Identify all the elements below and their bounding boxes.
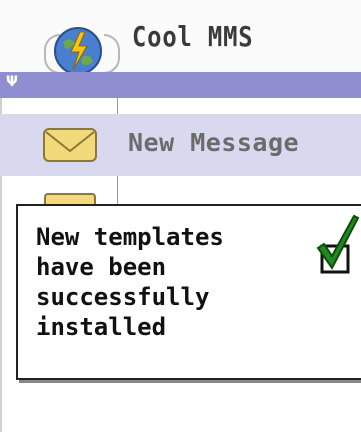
title-bar: Cool MMS bbox=[0, 0, 361, 75]
notification-line: successfully bbox=[36, 283, 210, 311]
globe-lightning-icon bbox=[54, 27, 102, 75]
antenna-icon: Ψ bbox=[6, 74, 18, 90]
notification-line: New templates bbox=[36, 223, 224, 251]
menu-item-new-message[interactable]: New Message bbox=[0, 114, 361, 176]
notification-line: installed bbox=[36, 313, 167, 341]
status-bar: Ψ bbox=[0, 72, 361, 98]
notification-message: New templates have been successfully ins… bbox=[36, 222, 296, 342]
menu-item-label: New Message bbox=[128, 128, 300, 157]
app-title: Cool MMS bbox=[132, 20, 254, 53]
envelope-icon bbox=[43, 128, 97, 162]
checkmark-box-icon bbox=[316, 214, 360, 274]
title-bracket-right bbox=[104, 34, 120, 74]
notification-dialog: New templates have been successfully ins… bbox=[16, 204, 361, 380]
notification-line: have been bbox=[36, 253, 167, 281]
